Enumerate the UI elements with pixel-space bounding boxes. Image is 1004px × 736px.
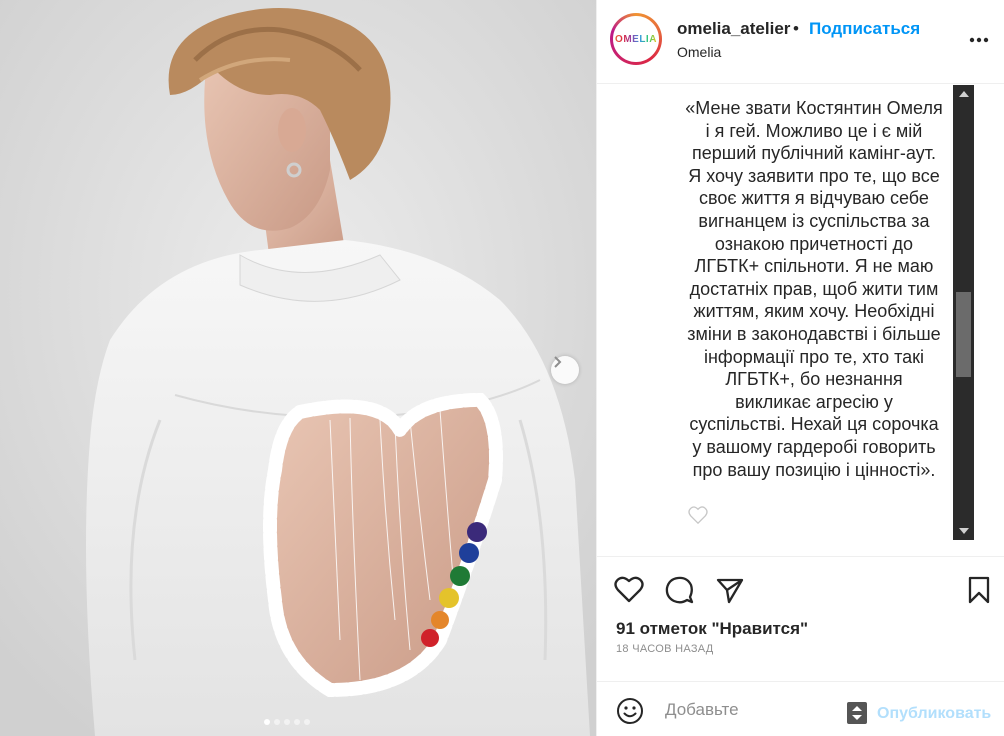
avatar-inner: OMELIA (613, 16, 659, 62)
photo-illustration (0, 0, 596, 736)
triangle-down-icon (958, 528, 969, 534)
next-slide-button[interactable] (551, 356, 579, 384)
carousel-dot (294, 719, 300, 725)
share-button[interactable] (715, 575, 745, 605)
resize-handle[interactable] (847, 702, 867, 724)
carousel-dot-active (264, 719, 270, 725)
triangle-up-icon (958, 91, 969, 97)
save-button[interactable] (964, 575, 994, 605)
comment-button[interactable] (664, 575, 694, 605)
scroll-up-button[interactable] (953, 85, 974, 103)
more-dots-icon (969, 37, 989, 43)
separator-bullet: • (793, 19, 799, 38)
likes-count[interactable]: 91 отметок "Нравится" (616, 619, 808, 639)
like-button[interactable] (614, 575, 644, 605)
avatar-logo-text: OMELIA (615, 33, 657, 45)
bookmark-icon (968, 576, 990, 604)
post-sidebar: OMELIA omelia_atelier • Подписаться Omel… (596, 0, 1004, 736)
follow-button[interactable]: Подписаться (809, 19, 920, 39)
scroll-thumb[interactable] (956, 292, 971, 377)
carousel-dot (274, 719, 280, 725)
caption-like-button[interactable] (688, 506, 708, 529)
carousel-dot (284, 719, 290, 725)
post-caption: «Мене звати Костянтин Омеля і я гей. Мож… (685, 98, 943, 480)
username-link[interactable]: omelia_atelier (677, 19, 790, 39)
comment-form: Опубликовать (597, 681, 1004, 736)
emoji-button[interactable] (616, 697, 644, 725)
post-header: OMELIA omelia_atelier • Подписаться Omel… (597, 0, 1004, 84)
paper-plane-icon (716, 578, 744, 604)
post-actions: 91 отметок "Нравится" 18 ЧАСОВ НАЗАД (597, 556, 1004, 681)
comment-input[interactable] (665, 696, 835, 724)
avatar[interactable]: OMELIA (610, 13, 662, 65)
comment-bubble-icon (665, 576, 694, 604)
updown-arrows-icon (852, 706, 862, 720)
caption-area: «Мене звати Костянтин Омеля і я гей. Мож… (597, 85, 1004, 540)
scroll-down-button[interactable] (953, 522, 974, 540)
more-options-button[interactable] (967, 28, 991, 52)
carousel-dot (304, 719, 310, 725)
chevron-right-icon (554, 356, 562, 368)
publish-button[interactable]: Опубликовать (877, 705, 991, 723)
post-timestamp[interactable]: 18 ЧАСОВ НАЗАД (616, 643, 714, 655)
post-photo[interactable] (0, 0, 596, 736)
caption-scrollbar[interactable] (953, 85, 974, 540)
heart-icon (614, 576, 644, 603)
location-link[interactable]: Omelia (677, 44, 721, 60)
smiley-icon (617, 698, 643, 724)
heart-outline-icon (688, 506, 708, 525)
carousel-dots (264, 719, 310, 725)
